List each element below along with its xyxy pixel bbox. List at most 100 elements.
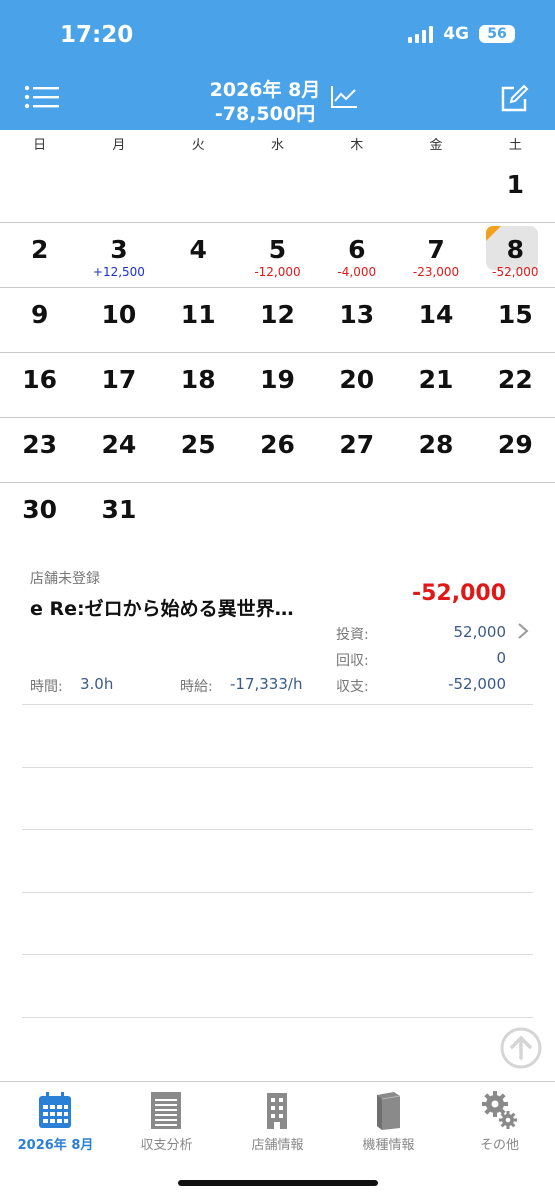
calendar-day[interactable]: 22 [476, 353, 555, 417]
calendar-day[interactable]: 12 [238, 288, 317, 352]
calendar-day[interactable]: 30 [0, 483, 79, 548]
day-number: 27 [339, 430, 375, 459]
day-amount: +12,500 [92, 265, 145, 279]
day-number: 28 [418, 430, 454, 459]
day-number: 12 [260, 300, 295, 329]
day-number: 15 [497, 300, 533, 329]
day-number: 4 [189, 235, 207, 264]
home-indicator [178, 1180, 378, 1186]
battery-badge: 56 [479, 25, 515, 43]
day-number: 9 [30, 300, 49, 329]
calendar-day[interactable]: 24 [79, 418, 158, 482]
day-number: 14 [418, 300, 454, 329]
calendar-day[interactable]: 14 [396, 288, 475, 352]
invest-label: 投資: [336, 627, 369, 643]
book-icon [377, 1092, 401, 1130]
calendar-day[interactable]: 18 [159, 353, 238, 417]
calendar-day[interactable]: 11 [159, 288, 238, 352]
return-label: 回収: [336, 653, 369, 669]
day-number: 30 [22, 495, 58, 524]
scroll-to-top-icon[interactable] [500, 1027, 542, 1069]
list-divider [22, 1017, 533, 1018]
calendar-day[interactable]: 10 [79, 288, 158, 352]
tab-calendar[interactable]: 2026年 8月 [0, 1082, 111, 1200]
calendar-day[interactable]: 31 [79, 483, 158, 548]
calendar-day[interactable]: 23 [0, 418, 79, 482]
time-label: 時間: [30, 679, 63, 695]
calendar-day-selected[interactable]: 8 -52,000 [476, 223, 555, 287]
day-number: 8 [506, 235, 525, 264]
day-number: 23 [22, 430, 58, 459]
status-indicators: 4G 56 [408, 24, 515, 44]
weekday-thu: 木 [350, 138, 364, 153]
list-menu-icon[interactable] [24, 84, 60, 112]
calendar-day[interactable]: 21 [396, 353, 475, 417]
day-number: 11 [180, 300, 216, 329]
status-time: 17:20 [60, 22, 134, 48]
calendar-day[interactable]: 19 [238, 353, 317, 417]
day-number: 16 [22, 365, 58, 394]
day-number: 24 [101, 430, 137, 459]
calendar-week: 16 17 18 19 20 21 22 [0, 353, 555, 418]
notepad-icon [151, 1092, 181, 1129]
day-number: 2 [30, 235, 49, 264]
calendar-week: 1 [0, 158, 555, 223]
calendar-day[interactable]: 25 [159, 418, 238, 482]
calendar-day[interactable]: 29 [476, 418, 555, 482]
tab-label: 店舗情報 [251, 1138, 304, 1153]
time-value: 3.0h [80, 675, 114, 693]
calendar-day[interactable]: 5 -12,000 [238, 223, 317, 287]
day-number: 3 [110, 235, 128, 264]
weekday-mon: 月 [112, 138, 126, 153]
calendar-day[interactable]: 16 [0, 353, 79, 417]
calendar-day[interactable]: 28 [396, 418, 475, 482]
calendar-day[interactable]: 2 [0, 223, 79, 287]
building-icon [267, 1093, 287, 1129]
weekday-tue: 火 [191, 138, 205, 153]
calendar-day[interactable]: 20 [317, 353, 396, 417]
weekday-wed: 水 [270, 138, 284, 153]
calendar-day[interactable]: 13 [317, 288, 396, 352]
day-number: 22 [497, 365, 533, 394]
line-chart-icon[interactable] [330, 84, 358, 110]
day-number: 6 [348, 235, 366, 264]
calendar-day[interactable]: 1 [476, 158, 555, 222]
weekday-sat: 土 [508, 138, 522, 153]
day-amount: -4,000 [337, 265, 377, 279]
day-number: 25 [180, 430, 216, 459]
calendar-day[interactable]: 17 [79, 353, 158, 417]
tab-label: その他 [479, 1138, 519, 1153]
calendar-empty [159, 158, 238, 222]
calendar-icon [39, 1092, 71, 1128]
calendar-day[interactable]: 6 -4,000 [317, 223, 396, 287]
day-amount: -12,000 [254, 265, 301, 279]
day-number: 31 [101, 495, 137, 524]
edit-note-icon[interactable] [499, 84, 529, 114]
weekday-sun: 日 [33, 138, 47, 153]
hourly-label: 時給: [180, 679, 213, 695]
calendar-empty [0, 158, 79, 222]
day-number: 5 [268, 235, 287, 264]
day-number: 10 [101, 300, 137, 329]
calendar-grid: 1 2 3 +12,500 4 5 -12,000 6 -4,000 7 -23,000… [0, 158, 555, 548]
store-name: 店舗未登録 [30, 571, 100, 587]
invest-value: 52,000 [453, 623, 507, 641]
calendar-day[interactable]: 3 +12,500 [79, 223, 158, 287]
calendar-day[interactable]: 27 [317, 418, 396, 482]
calendar-week: 30 31 [0, 483, 555, 548]
play-record-item[interactable]: 店舗未登録 e Re:ゼロから始める異世界… -52,000 投資: 52,00… [22, 565, 533, 705]
calendar-day[interactable]: 4 [159, 223, 238, 287]
tab-other[interactable]: その他 [444, 1082, 555, 1200]
tab-label: 機種情報 [362, 1138, 415, 1153]
app-header: 17:20 4G 56 2026年 8月 -78,500円 [0, 0, 555, 130]
calendar-day[interactable]: 7 -23,000 [396, 223, 475, 287]
calendar-day[interactable]: 15 [476, 288, 555, 352]
day-amount: -52,000 [492, 265, 539, 279]
calendar-empty [396, 158, 475, 222]
calendar-day[interactable]: 26 [238, 418, 317, 482]
calendar-day[interactable]: 9 [0, 288, 79, 352]
tab-label: 収支分析 [140, 1138, 193, 1153]
calendar-week: 23 24 25 26 27 28 29 [0, 418, 555, 483]
calendar-week: 2 3 +12,500 4 5 -12,000 6 -4,000 7 -23,000 8… [0, 223, 555, 288]
machine-name: e Re:ゼロから始める異世界… [30, 598, 294, 620]
